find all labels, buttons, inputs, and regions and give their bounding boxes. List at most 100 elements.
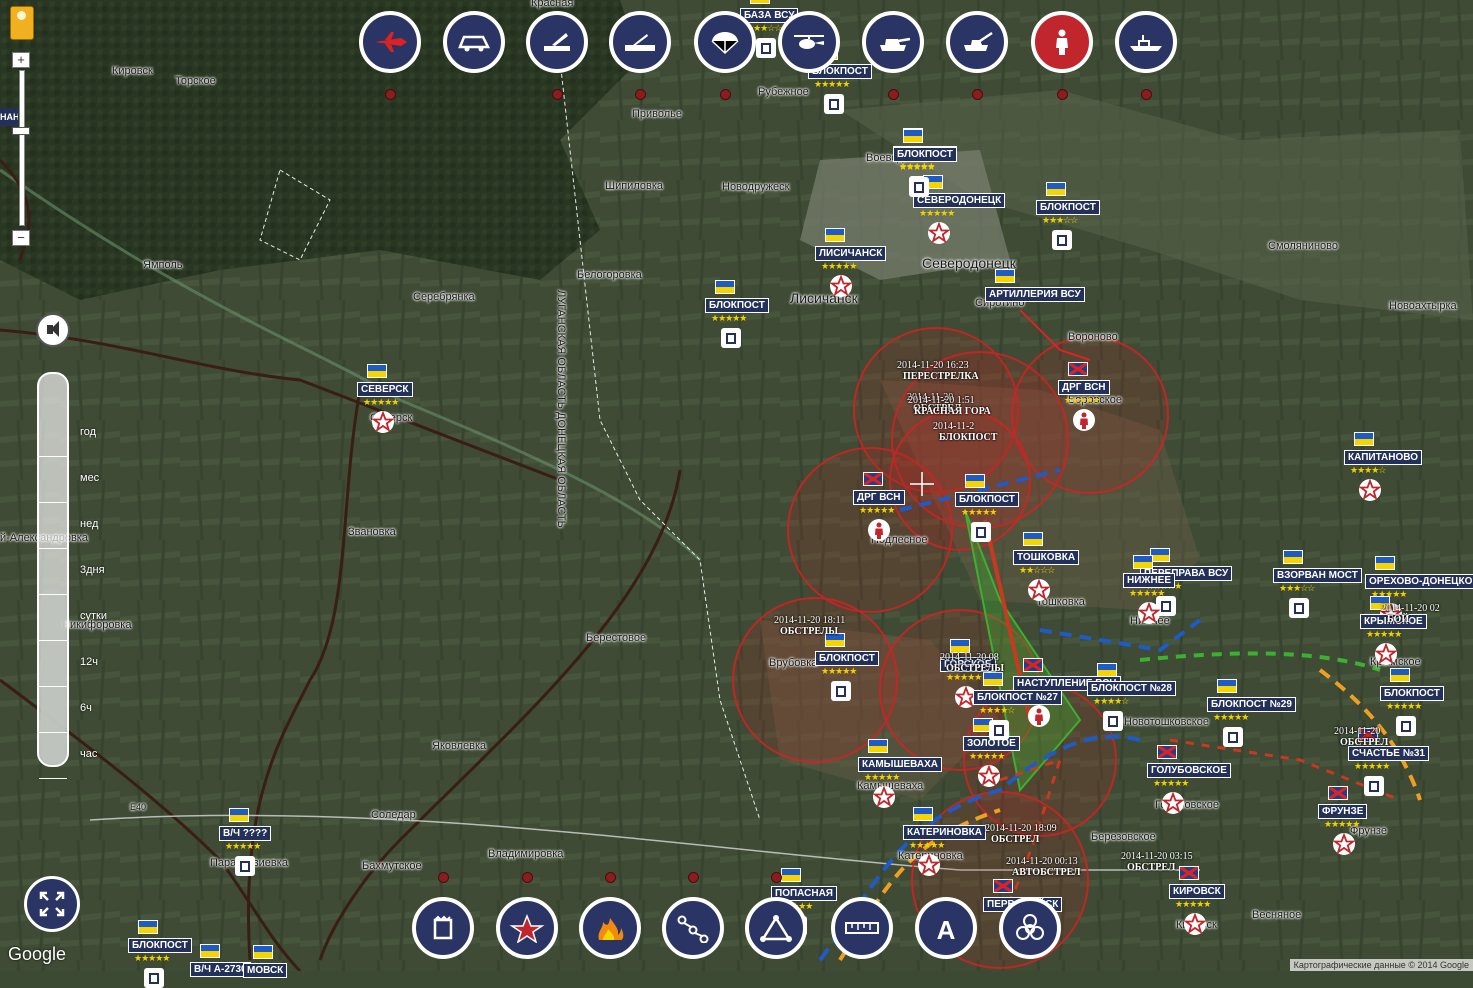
city-star-icon[interactable]: [917, 853, 941, 877]
checkpoint-icon[interactable]: [721, 328, 741, 348]
map-marker-label[interactable]: ВЗОРВАН МОСТ: [1273, 568, 1362, 583]
map-marker-label[interactable]: БЛОКПОСТ №27: [973, 690, 1062, 705]
map-marker-label[interactable]: СЕВЕРСК: [357, 382, 413, 397]
apc-layer-button[interactable]: [443, 11, 505, 73]
map-marker-label[interactable]: БЛОКПОСТ: [893, 147, 957, 162]
checkpoint-icon[interactable]: [1103, 711, 1123, 731]
time-range-label[interactable]: сутки: [80, 610, 107, 622]
map-marker-label[interactable]: БЛОКПОСТ: [815, 651, 879, 666]
city-star-icon[interactable]: [1332, 832, 1356, 856]
artillery-layer-button[interactable]: [946, 11, 1008, 73]
map-marker-label[interactable]: ФРУНЗЕ: [1318, 804, 1368, 819]
time-range-label[interactable]: мес: [80, 472, 99, 484]
checkpoint-icon[interactable]: [971, 522, 991, 542]
map-marker-label[interactable]: БЛОКПОСТ №28: [1087, 681, 1176, 696]
incident-date[interactable]: 2014-11-20: [1334, 726, 1380, 737]
incident-date[interactable]: 2014-11-20 08: [940, 652, 999, 663]
city-star-icon[interactable]: [371, 410, 395, 434]
incident-date[interactable]: 2014-11-20 18:09: [985, 823, 1057, 834]
map-marker-label[interactable]: БЛОКПОСТ №29: [1207, 697, 1296, 712]
speaker-icon[interactable]: [36, 313, 70, 347]
sam-system-layer-button[interactable]: [609, 11, 671, 73]
route-layer-button[interactable]: [662, 897, 724, 959]
time-range-label[interactable]: нед: [80, 518, 98, 530]
checkpoint-layer-button[interactable]: [412, 897, 474, 959]
zoom-track[interactable]: [19, 70, 25, 226]
time-range-slider[interactable]: [37, 372, 69, 767]
incident-date[interactable]: 2014-11-20 00:13: [1006, 856, 1078, 867]
map-marker-label[interactable]: КИРОВСК: [1169, 884, 1225, 899]
checkpoint-icon[interactable]: [831, 681, 851, 701]
infantry-unit-icon[interactable]: [1072, 408, 1096, 432]
map-marker-label[interactable]: ЛИСИЧАНСК: [815, 246, 887, 261]
checkpoint-icon[interactable]: [1289, 598, 1309, 618]
infantry-unit-icon[interactable]: [1027, 704, 1051, 728]
map-marker-label[interactable]: КАТЕРИНОВКА: [903, 825, 987, 840]
ruler-layer-button[interactable]: [831, 897, 893, 959]
incident-date[interactable]: 2014-11-20 03:15: [1121, 851, 1193, 862]
fire-layer-button[interactable]: [579, 897, 641, 959]
checkpoint-icon[interactable]: [144, 968, 164, 988]
paratrooper-layer-button[interactable]: [694, 11, 756, 73]
map-marker-label[interactable]: БЛОКПОСТ: [128, 938, 192, 953]
city-star-icon[interactable]: [1027, 578, 1051, 602]
map-marker-label[interactable]: ОРЕХОВО-ДОНЕЦКОЕ: [1365, 574, 1473, 589]
text-a-layer-button[interactable]: A: [915, 897, 977, 959]
map-attribution[interactable]: Картографические данные © 2014 Google: [1289, 959, 1473, 971]
fullscreen-icon[interactable]: [24, 876, 80, 932]
rocket-launcher-layer-button[interactable]: [526, 11, 588, 73]
zoom-handle[interactable]: [12, 127, 30, 135]
time-range-label[interactable]: год: [80, 426, 96, 438]
city-star-icon[interactable]: [872, 785, 896, 809]
zoom-out-button[interactable]: −: [12, 230, 30, 246]
incident-date[interactable]: 2014-11-20 18:11: [774, 615, 845, 626]
time-slider-thumb[interactable]: [41, 589, 65, 764]
map-marker-label[interactable]: ДРГ ВСН: [853, 490, 905, 505]
map-marker-label[interactable]: БЛОКПОСТ: [1380, 686, 1444, 701]
star-layer-button[interactable]: [496, 897, 558, 959]
map-marker-label[interactable]: БЛОКПОСТ: [955, 492, 1019, 507]
warship-layer-button[interactable]: [1115, 11, 1177, 73]
incident-date[interactable]: 2014-11-2: [933, 421, 974, 432]
map-marker-label[interactable]: НИЖНЕЕ: [1123, 573, 1176, 588]
checkpoint-icon[interactable]: [824, 94, 844, 114]
map-marker-label[interactable]: ТОШКОВКА: [1013, 550, 1080, 565]
city-star-icon[interactable]: [1358, 478, 1382, 502]
city-star-icon[interactable]: [1183, 912, 1207, 936]
infantry-layer-button[interactable]: [1031, 11, 1093, 73]
city-star-icon[interactable]: [1161, 791, 1185, 815]
time-range-label[interactable]: час: [80, 748, 97, 760]
map-marker-label[interactable]: АРТИЛЛЕРИЯ ВСУ: [985, 287, 1085, 302]
incident-date[interactable]: 2014-11-20 1:51: [908, 395, 975, 406]
city-star-icon[interactable]: [1137, 601, 1161, 625]
checkpoint-icon[interactable]: [1396, 716, 1416, 736]
tank-layer-button[interactable]: [862, 11, 924, 73]
map-marker-label[interactable]: В/Ч ????: [219, 826, 272, 841]
time-range-label[interactable]: 6ч: [80, 702, 92, 714]
map-marker-label[interactable]: КАМЫШЕВАХА: [858, 757, 943, 772]
city-star-icon[interactable]: [977, 764, 1001, 788]
checkpoint-icon[interactable]: [1223, 727, 1243, 747]
city-star-icon[interactable]: [1374, 642, 1398, 666]
side-collapsed-label[interactable]: НАН: [0, 108, 18, 126]
map-marker-label[interactable]: В/Ч А-2730: [190, 962, 251, 977]
map-marker-label[interactable]: БЛОКПОСТ: [1036, 200, 1100, 215]
triangle-layer-button[interactable]: [745, 897, 807, 959]
incident-date[interactable]: 2014-11-20 02: [1381, 603, 1440, 614]
map-marker-label[interactable]: БЛОКПОСТ: [705, 298, 769, 313]
time-range-label[interactable]: 3дня: [80, 564, 105, 576]
map-marker-label[interactable]: КАПИТАНОВО: [1344, 450, 1423, 465]
helicopter-layer-button[interactable]: [778, 11, 840, 73]
map-marker-label[interactable]: ГОЛУБОВСКОЕ: [1147, 763, 1231, 778]
incident-date[interactable]: 2014-11-20 16:23: [897, 360, 969, 371]
map-marker-label[interactable]: ДРГ ВСН: [1058, 380, 1110, 395]
checkpoint-icon[interactable]: [909, 177, 929, 197]
map-marker-label[interactable]: СЧАСТЬЕ №31: [1348, 746, 1429, 761]
aircraft-layer-button[interactable]: [359, 11, 421, 73]
checkpoint-icon[interactable]: [756, 38, 776, 58]
zoom-in-button[interactable]: +: [12, 52, 30, 68]
city-star-icon[interactable]: [829, 274, 853, 298]
street-view-pegman-icon[interactable]: [10, 6, 34, 40]
checkpoint-icon[interactable]: [1052, 230, 1072, 250]
checkpoint-icon[interactable]: [235, 856, 255, 876]
